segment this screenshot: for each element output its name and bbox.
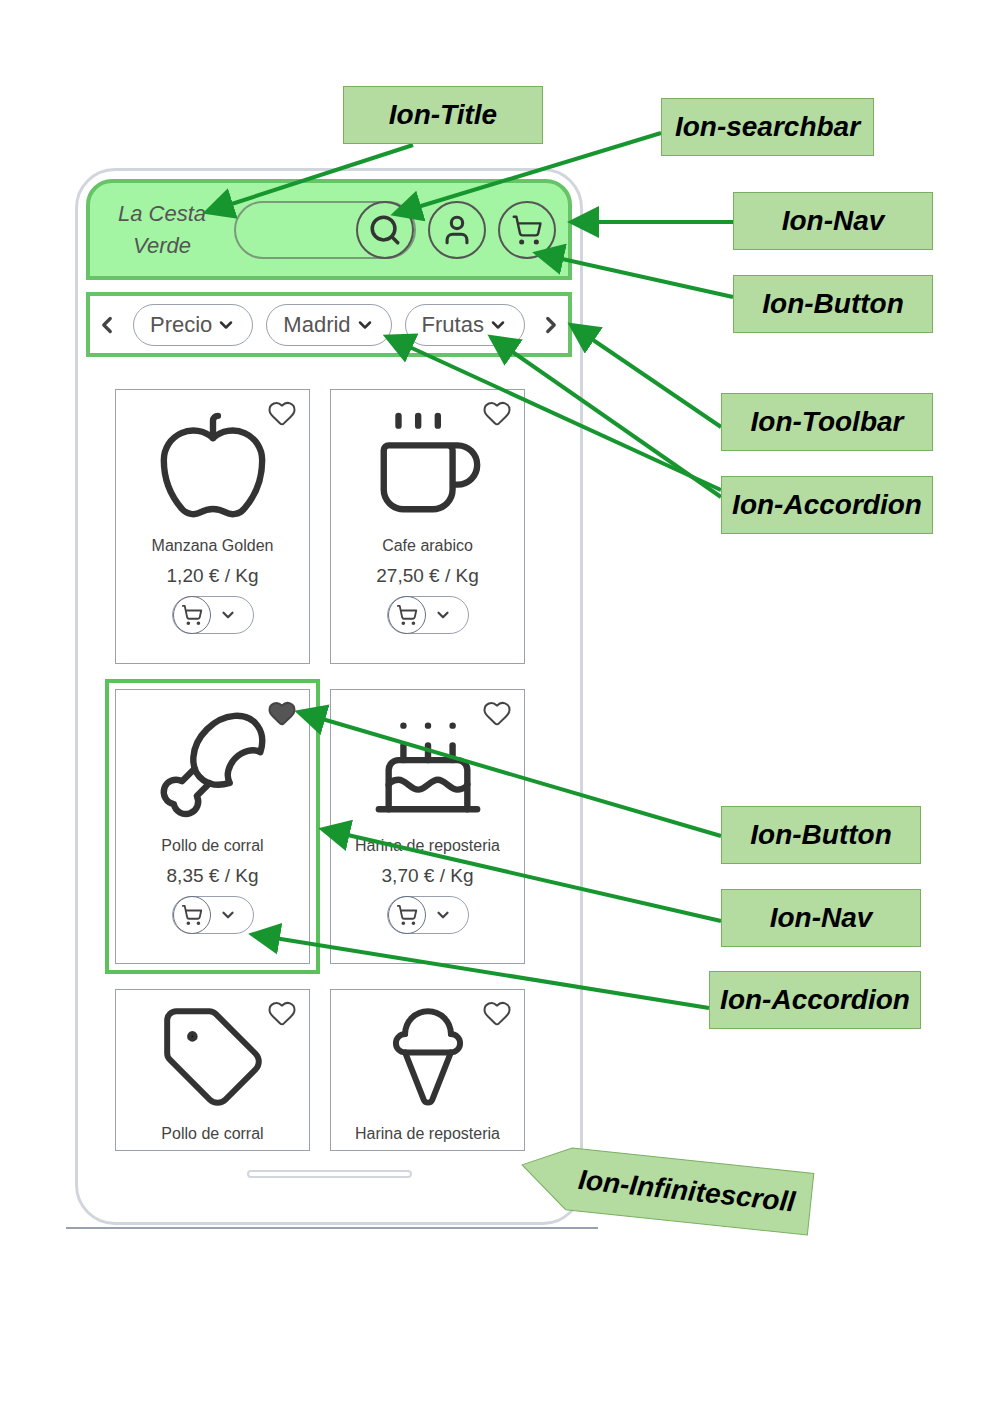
product-image-icon xyxy=(369,406,487,524)
favorite-button[interactable] xyxy=(482,398,512,428)
add-to-cart-dropdown[interactable] xyxy=(172,896,254,934)
chevron-down-icon xyxy=(219,906,237,924)
arrow xyxy=(575,220,733,224)
searchbar[interactable] xyxy=(234,201,416,259)
favorite-button[interactable] xyxy=(267,698,297,728)
product-image-icon xyxy=(158,1002,268,1112)
cart-icon xyxy=(181,604,203,626)
chevron-down-icon xyxy=(216,315,236,335)
product-image-icon xyxy=(154,406,272,524)
search-icon xyxy=(368,213,402,247)
cart-icon xyxy=(396,904,418,926)
scroll-right-icon[interactable] xyxy=(538,312,564,338)
annotation-label: Ion-Toolbar xyxy=(721,393,933,451)
heart-icon xyxy=(482,698,512,728)
arrow xyxy=(398,133,661,213)
profile-button[interactable] xyxy=(428,201,486,259)
favorite-button[interactable] xyxy=(482,698,512,728)
app-title: La CestaVerde xyxy=(102,198,222,262)
product-grid: Manzana Golden 1,20 € / Kg Cafe arabico 27,… xyxy=(86,389,572,1151)
cart-icon xyxy=(181,904,203,926)
cart-icon xyxy=(511,214,543,246)
product-name: Harina de reposteria xyxy=(355,836,500,856)
annotation-label: Ion-Nav xyxy=(721,889,921,947)
chevron-down-icon xyxy=(355,315,375,335)
annotation-label: Ion-Button xyxy=(733,275,933,333)
heart-icon xyxy=(267,698,297,728)
arrow xyxy=(210,145,413,211)
cart-button[interactable] xyxy=(498,201,556,259)
heart-icon xyxy=(267,998,297,1028)
heart-icon xyxy=(482,998,512,1028)
product-image-icon xyxy=(369,706,487,824)
baseline xyxy=(66,1227,598,1229)
arrow xyxy=(302,713,721,836)
add-to-cart-dropdown[interactable] xyxy=(172,596,254,634)
app-header: La CestaVerde xyxy=(86,179,572,280)
product-name: Cafe arabico xyxy=(382,536,473,556)
product-name: Pollo de corral xyxy=(161,1124,263,1144)
filter-dropdown[interactable]: Precio xyxy=(133,304,253,346)
product-card[interactable]: Harina de reposteria 3,70 € / Kg xyxy=(330,689,525,964)
cart-icon xyxy=(396,604,418,626)
annotation-label: Ion-Button xyxy=(721,806,921,864)
favorite-button[interactable] xyxy=(267,398,297,428)
heart-icon xyxy=(267,398,297,428)
annotation-label: Ion-Accordion xyxy=(721,476,933,534)
product-name: Pollo de corral xyxy=(161,836,263,856)
chevron-down-icon xyxy=(219,606,237,624)
product-card[interactable]: Harina de reposteria xyxy=(330,989,525,1151)
annotation-label: Ion-Accordion xyxy=(709,971,921,1029)
product-image-icon xyxy=(373,1002,483,1112)
add-to-cart-dropdown[interactable] xyxy=(387,596,469,634)
add-to-cart-dropdown[interactable] xyxy=(387,896,469,934)
favorite-button[interactable] xyxy=(267,998,297,1028)
home-indicator xyxy=(247,1170,412,1178)
filter-dropdown[interactable]: Frutas xyxy=(405,304,525,346)
phone-mockup: La CestaVerde Precio Madrid Frutas Manzana G… xyxy=(75,168,583,1225)
scroll-left-icon[interactable] xyxy=(94,312,120,338)
product-card[interactable]: Pollo de corral 8,35 € / Kg xyxy=(115,689,310,964)
user-icon xyxy=(440,213,474,247)
arrow xyxy=(326,830,721,921)
arrow xyxy=(540,254,733,297)
product-card[interactable]: Cafe arabico 27,50 € / Kg xyxy=(330,389,525,664)
product-image-icon xyxy=(154,706,272,824)
arrow xyxy=(256,935,709,1008)
annotation-label: Ion-searchbar xyxy=(661,98,874,156)
arrow xyxy=(494,339,721,497)
heart-icon xyxy=(482,398,512,428)
product-price: 8,35 € / Kg xyxy=(167,864,259,888)
chevron-down-icon xyxy=(488,315,508,335)
product-name: Harina de reposteria xyxy=(355,1124,500,1144)
product-card[interactable]: Manzana Golden 1,20 € / Kg xyxy=(115,389,310,664)
product-price: 27,50 € / Kg xyxy=(376,564,478,588)
filter-dropdown[interactable]: Madrid xyxy=(266,304,391,346)
product-price: 1,20 € / Kg xyxy=(167,564,259,588)
annotation-label: Ion-Nav xyxy=(733,192,933,250)
product-name: Manzana Golden xyxy=(152,536,274,556)
arrow xyxy=(390,338,721,490)
product-price: 3,70 € / Kg xyxy=(382,864,474,888)
favorite-button[interactable] xyxy=(482,998,512,1028)
filter-toolbar: Precio Madrid Frutas xyxy=(86,292,572,357)
product-card[interactable]: Pollo de corral xyxy=(115,989,310,1151)
annotation-label: Ion-Title xyxy=(343,86,543,144)
arrow xyxy=(574,327,721,427)
annotation-callout: Ion-Infinitescroll xyxy=(514,1135,816,1250)
chevron-down-icon xyxy=(434,606,452,624)
diagram: La CestaVerde Precio Madrid Frutas Manzana G… xyxy=(0,0,992,1403)
chevron-down-icon xyxy=(434,906,452,924)
